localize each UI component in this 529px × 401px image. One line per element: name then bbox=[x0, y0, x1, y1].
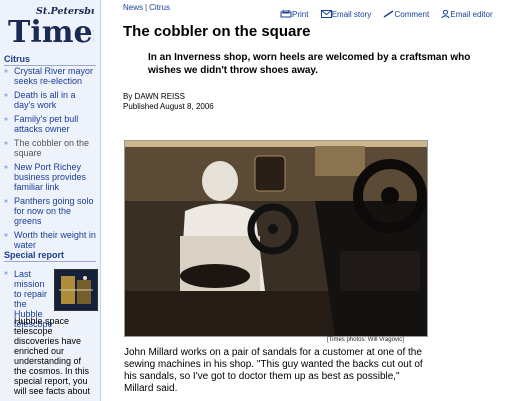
special-report-heading: Special report bbox=[4, 250, 96, 262]
citrus-heading: Citrus bbox=[4, 54, 96, 66]
sidebar: St.Petersburg Times Citrus » Crystal Rive… bbox=[0, 0, 101, 401]
nav-item-crystal-river[interactable]: » Crystal River mayor seeks re-election bbox=[4, 66, 96, 86]
nav-item-label: Family's pet bull attacks owner bbox=[14, 114, 79, 134]
nav-item-label: Death is all in a day's work bbox=[14, 90, 76, 110]
special-report-text: Hubble space telescope discoveries have … bbox=[14, 316, 91, 396]
comment-label: Comment bbox=[394, 10, 430, 19]
nav-item-panthers[interactable]: » Panthers going solo for now on the gree… bbox=[4, 196, 96, 226]
email-editor-label: Email editor bbox=[450, 10, 493, 19]
published-date: Published August 8, 2006 bbox=[123, 102, 214, 111]
nav-item-pet-bull[interactable]: » Family's pet bull attacks owner bbox=[4, 114, 96, 134]
bullet-icon: » bbox=[4, 140, 8, 147]
bullet-icon: » bbox=[4, 198, 8, 205]
citrus-nav: » Crystal River mayor seeks re-election »… bbox=[4, 66, 96, 254]
bullet-icon: » bbox=[4, 92, 8, 99]
print-label: Print bbox=[292, 10, 309, 19]
bullet-icon: » bbox=[4, 164, 8, 171]
byline-block: By DAWN REISS Published August 8, 2006 bbox=[123, 92, 214, 112]
print-button[interactable]: Print bbox=[280, 9, 309, 19]
hubble-thumbnail[interactable] bbox=[54, 269, 98, 311]
envelope-icon bbox=[320, 10, 332, 18]
breadcrumb: News | Citrus bbox=[123, 3, 170, 12]
nav-item-label: Panthers going solo for now on the green… bbox=[14, 196, 94, 226]
breadcrumb-news[interactable]: News bbox=[123, 3, 143, 12]
photo-credit: [Times photos: Will Vragovic] bbox=[327, 337, 404, 343]
bullet-icon: » bbox=[4, 116, 8, 123]
comment-button[interactable]: Comment bbox=[383, 10, 429, 19]
breadcrumb-separator: | bbox=[145, 3, 148, 12]
email-editor-button[interactable]: Email editor bbox=[441, 9, 493, 19]
nav-item-worth-weight[interactable]: » Worth their weight in water bbox=[4, 230, 96, 250]
photo-caption: John Millard works on a pair of sandals … bbox=[124, 347, 423, 394]
nav-item-cobbler[interactable]: » The cobbler on the square bbox=[4, 138, 96, 158]
pencil-icon bbox=[384, 10, 394, 18]
email-story-button[interactable]: Email story bbox=[320, 10, 372, 19]
nav-item-label: Worth their weight in water bbox=[14, 230, 96, 250]
nav-item-death[interactable]: » Death is all in a day's work bbox=[4, 90, 96, 110]
st-petersburg-times-logo[interactable]: St.Petersburg Times bbox=[6, 3, 94, 45]
article-title: The cobbler on the square bbox=[123, 23, 311, 40]
article-photo[interactable] bbox=[124, 140, 428, 337]
bullet-icon: » bbox=[4, 232, 8, 239]
cobbler-photo-illustration bbox=[125, 141, 427, 336]
article-dek: In an Inverness shop, worn heels are wel… bbox=[148, 52, 471, 76]
nav-item-label: The cobbler on the square bbox=[14, 138, 90, 158]
bullet-icon: » bbox=[4, 68, 8, 75]
byline: By DAWN REISS bbox=[123, 92, 185, 101]
article-tools: Print Email story Comment Email editor bbox=[280, 9, 503, 19]
nav-item-label: Crystal River mayor seeks re-election bbox=[14, 66, 94, 86]
article-main: News | Citrus Print Email story Comment Em… bbox=[118, 0, 529, 401]
bullet-icon: » bbox=[4, 270, 8, 277]
nav-item-label: New Port Richey business provides famili… bbox=[14, 162, 87, 192]
breadcrumb-citrus[interactable]: Citrus bbox=[149, 3, 170, 12]
nav-item-new-port-richey[interactable]: » New Port Richey business provides famil… bbox=[4, 162, 96, 192]
print-icon bbox=[280, 9, 292, 18]
logo-big-text: Times bbox=[8, 15, 94, 45]
email-story-label: Email story bbox=[331, 10, 372, 19]
